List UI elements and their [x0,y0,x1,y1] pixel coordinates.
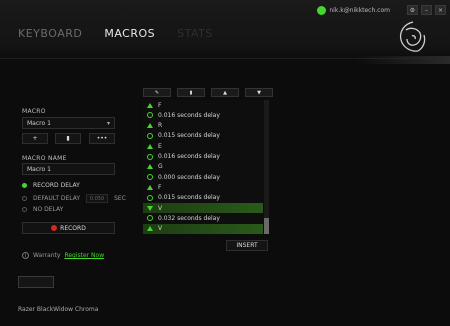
macro-list-toolbar: ✎ ▮ ▲ ▼ [143,88,273,97]
event-text: E [158,142,162,150]
clock-icon [147,112,153,119]
warranty-row: i Warranty Register Now [22,252,104,259]
event-text: F [158,183,162,191]
event-text: 0.015 seconds delay [158,132,220,140]
key-up-icon [147,143,153,149]
macro-select[interactable]: Macro 1 ▾ [22,117,115,129]
event-text: V [158,225,163,233]
user-status-icon [317,5,327,15]
macro-name-value: Macro 1 [27,165,51,173]
event-text: 0.032 seconds delay [158,214,220,222]
clock-icon [147,194,153,201]
default-delay-option[interactable]: DEFAULT DELAY 0.050 SEC [22,194,126,203]
edit-button[interactable]: ✎ [143,88,171,97]
key-up-icon [147,102,153,108]
radio-icon [22,196,27,201]
user-email[interactable]: nik.k@nikktech.com [329,7,390,14]
clock-icon [147,215,153,222]
clock-icon [147,132,153,139]
delay-unit: SEC [114,195,126,202]
event-text: G [158,163,163,171]
info-icon: i [22,252,29,259]
scrollbar-thumb[interactable] [264,218,269,234]
default-delay-label: DEFAULT DELAY [33,195,81,202]
main-tabs: KEYBOARD MACROS STATS [18,27,213,40]
key-down-icon [147,205,153,211]
default-delay-input[interactable]: 0.050 [86,194,109,203]
warranty-label: Warranty [33,252,61,259]
list-scrollbar[interactable] [264,100,269,234]
add-macro-button[interactable]: + [22,133,48,144]
key-up-icon [147,123,153,129]
key-up-icon [147,164,153,170]
key-event-row[interactable]: G [143,162,263,172]
title-bar: nik.k@nikktech.com ⚙ – × [317,4,446,16]
delay-event-row[interactable]: 0.015 seconds delay [143,193,263,203]
event-text: F [158,101,162,109]
move-up-button[interactable]: ▲ [211,88,239,97]
no-delay-option[interactable]: NO DELAY [22,206,63,213]
header-accent [355,56,450,64]
device-name: Razer BlackWidow Chroma [18,306,99,313]
delay-event-row[interactable]: 0.000 seconds delay [143,172,263,182]
record-label: RECORD [60,224,86,232]
tab-keyboard[interactable]: KEYBOARD [18,27,82,40]
tab-stats[interactable]: STATS [177,27,213,40]
key-up-icon [147,226,153,232]
keyboard-device-icon[interactable] [18,276,54,288]
macro-name-label: MACRO NAME [22,155,67,162]
record-button[interactable]: RECORD [22,222,115,234]
no-delay-label: NO DELAY [33,206,64,213]
event-text: 0.000 seconds delay [158,173,220,181]
delete-button[interactable]: ▮ [177,88,205,97]
key-event-row[interactable]: F [143,182,263,192]
event-text: R [158,122,163,130]
clock-icon [147,153,153,160]
radio-icon [22,207,27,212]
record-icon [51,225,58,231]
minimize-button[interactable]: – [421,5,432,15]
event-text: V [158,204,163,212]
macro-label: MACRO [22,108,46,115]
macro-event-list[interactable]: F 0.016 seconds delay R 0.015 seconds delay… [143,100,269,234]
record-delay-label: RECORD DELAY [33,182,80,189]
settings-button[interactable]: ⚙ [407,5,418,15]
razer-logo-icon [399,21,426,52]
delay-event-row[interactable]: 0.015 seconds delay [143,131,263,141]
delete-macro-button[interactable]: ▮ [55,133,81,144]
razer-synapse-window: nik.k@nikktech.com ⚙ – × KEYBOARD MACROS… [0,0,450,326]
macro-name-field[interactable]: Macro 1 [22,163,115,175]
register-now-link[interactable]: Register Now [64,252,104,259]
event-text: 0.016 seconds delay [158,111,220,119]
delay-event-row[interactable]: 0.016 seconds delay [143,152,263,162]
macro-select-value: Macro 1 [27,119,51,127]
tab-macros[interactable]: MACROS [104,27,155,40]
delay-event-row[interactable]: 0.032 seconds delay [143,213,263,223]
key-event-row[interactable]: F [143,100,263,110]
key-event-row[interactable]: V [143,203,263,213]
event-text: 0.015 seconds delay [158,194,220,202]
close-button[interactable]: × [435,5,446,15]
chevron-down-icon: ▾ [106,120,110,127]
move-down-button[interactable]: ▼ [245,88,273,97]
key-event-row[interactable]: V [143,223,263,234]
key-event-row[interactable]: R [143,121,263,131]
insert-button[interactable]: INSERT [226,240,268,251]
clock-icon [147,174,153,181]
event-text: 0.016 seconds delay [158,153,220,160]
record-delay-option[interactable]: RECORD DELAY [22,182,80,189]
more-options-button[interactable]: ••• [89,133,115,144]
delay-event-row[interactable]: 0.016 seconds delay [143,110,263,120]
key-up-icon [147,184,153,190]
radio-selected-icon [22,183,27,188]
key-event-row[interactable]: E [143,141,263,151]
